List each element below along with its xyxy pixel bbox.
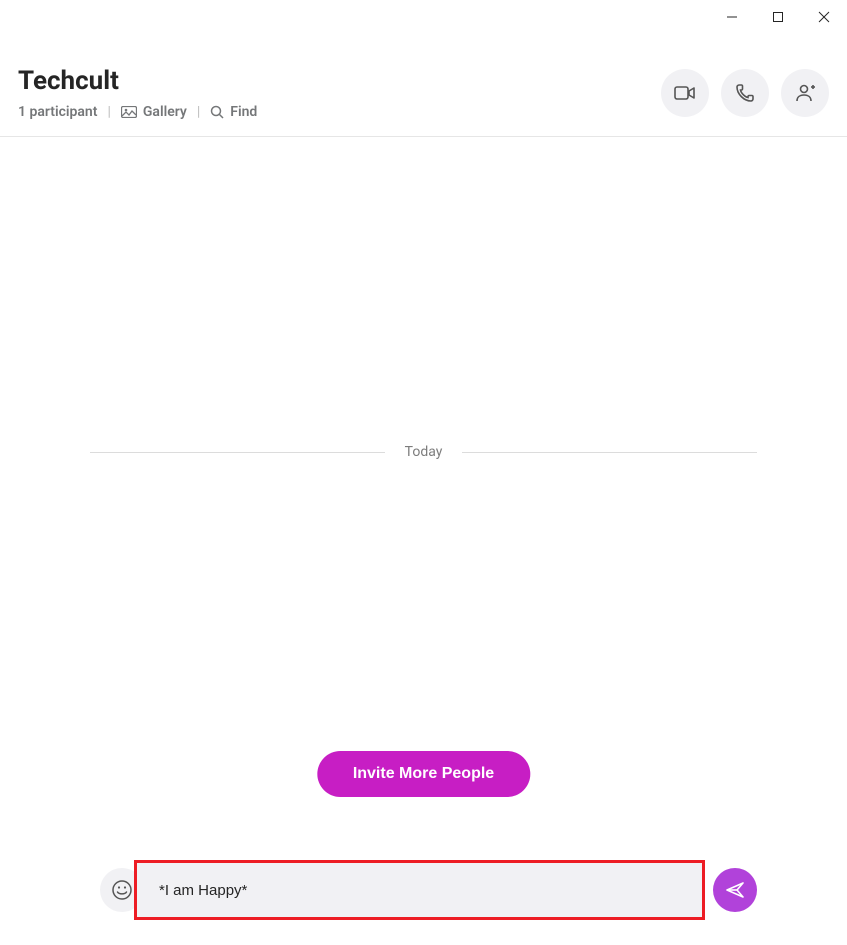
separator: | xyxy=(107,104,110,120)
phone-icon xyxy=(735,83,755,103)
smiley-icon xyxy=(111,879,133,901)
chat-title: Techcult xyxy=(18,66,257,96)
add-participant-button[interactable] xyxy=(781,69,829,117)
header-left: Techcult 1 participant | Gallery | Find xyxy=(18,66,257,120)
send-icon xyxy=(725,880,745,900)
date-divider: Today xyxy=(90,444,757,460)
window-controls xyxy=(0,0,847,34)
message-input-highlight xyxy=(134,860,705,920)
participants-count[interactable]: 1 participant xyxy=(18,104,97,120)
separator: | xyxy=(197,104,200,120)
find-link[interactable]: Find xyxy=(210,104,257,120)
close-button[interactable] xyxy=(801,2,847,32)
gallery-label: Gallery xyxy=(143,104,187,120)
minimize-icon xyxy=(726,11,738,23)
chat-messages-area: Today Invite More People xyxy=(0,137,847,807)
chat-header: Techcult 1 participant | Gallery | Find xyxy=(0,34,847,137)
minimize-button[interactable] xyxy=(709,2,755,32)
message-input[interactable] xyxy=(159,882,702,899)
find-label: Find xyxy=(230,104,257,120)
header-actions xyxy=(661,69,829,117)
gallery-link[interactable]: Gallery xyxy=(121,104,187,120)
send-button[interactable] xyxy=(713,868,757,912)
maximize-icon xyxy=(772,11,784,23)
gallery-icon xyxy=(121,106,137,118)
compose-row xyxy=(100,860,757,920)
search-icon xyxy=(210,105,224,119)
add-person-icon xyxy=(794,83,816,103)
video-call-button[interactable] xyxy=(661,69,709,117)
video-icon xyxy=(674,85,696,101)
header-subline: 1 participant | Gallery | Find xyxy=(18,104,257,120)
invite-more-people-button[interactable]: Invite More People xyxy=(317,751,530,797)
close-icon xyxy=(818,11,830,23)
divider-line xyxy=(462,452,757,453)
audio-call-button[interactable] xyxy=(721,69,769,117)
date-label: Today xyxy=(405,444,443,460)
divider-line xyxy=(90,452,385,453)
maximize-button[interactable] xyxy=(755,2,801,32)
